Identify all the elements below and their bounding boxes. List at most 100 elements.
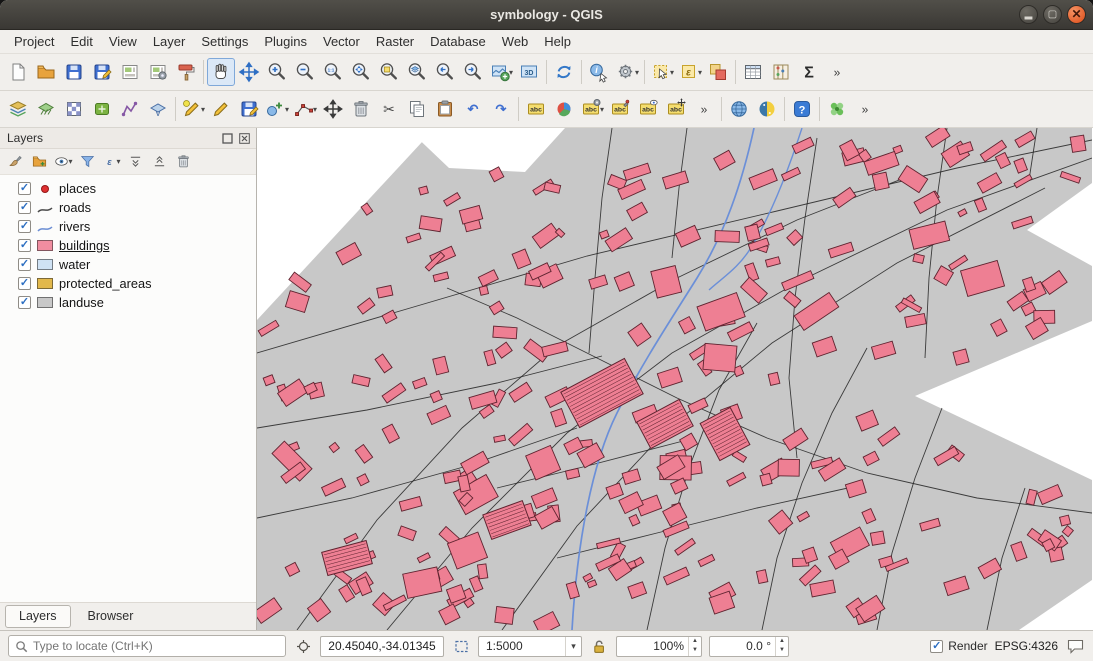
locator-input[interactable] [33,639,279,653]
new-shapefile-layer-button[interactable] [116,95,144,123]
menu-raster[interactable]: Raster [368,31,422,52]
new-map-view-button[interactable]: ▾ [487,58,515,86]
copy-features-button[interactable] [403,95,431,123]
menu-help[interactable]: Help [536,31,579,52]
zoom-native-button[interactable]: 1:1 [319,58,347,86]
render-checkbox[interactable]: ✓ Render [930,639,987,653]
labeling-options-button[interactable]: abc▾ [578,95,606,123]
delete-selected-button[interactable] [347,95,375,123]
menu-vector[interactable]: Vector [315,31,368,52]
tab-layers[interactable]: Layers [5,605,71,628]
add-group-button[interactable] [28,151,50,173]
new-geopackage-layer-button[interactable] [88,95,116,123]
identify-features-button[interactable]: i [585,58,613,86]
menu-web[interactable]: Web [494,31,537,52]
spin-down-icon[interactable]: ▼ [776,646,788,656]
new-virtual-layer-button[interactable]: V [144,95,172,123]
tab-browser[interactable]: Browser [74,605,148,628]
show-hidden-labels-button[interactable]: abc [634,95,662,123]
menu-layer[interactable]: Layer [145,31,194,52]
zoom-full-button[interactable] [347,58,375,86]
open-data-source-manager-button[interactable] [4,95,32,123]
plugin-tools-button[interactable] [823,95,851,123]
field-calculator-button[interactable] [767,58,795,86]
coordinate-toggle-icon[interactable] [293,636,313,656]
add-vector-layer-button[interactable] [32,95,60,123]
zoom-last-button[interactable] [431,58,459,86]
manage-map-themes-button[interactable]: ▾ [52,151,74,173]
locator-box[interactable] [8,635,286,657]
redo-button[interactable]: ↷ [487,95,515,123]
lock-scale-icon[interactable] [589,636,609,656]
rotation-spin[interactable]: 0.0 ° ▲▼ [709,636,789,657]
layer-checkbox[interactable]: ✓ [18,220,31,233]
add-feature-button[interactable]: ▾ [263,95,291,123]
save-project-button[interactable] [60,58,88,86]
layer-item-water[interactable]: ✓water [0,255,256,274]
toolbar-overflow-button[interactable]: » [823,58,851,86]
spin-up-icon[interactable]: ▲ [776,637,788,647]
undo-button[interactable]: ↶ [459,95,487,123]
maximize-button[interactable]: ▢ [1043,5,1062,24]
crs-status[interactable]: EPSG:4326 [995,639,1058,653]
layer-labeling-button[interactable]: abc [522,95,550,123]
messages-icon[interactable] [1065,636,1085,656]
panel-close-icon[interactable] [237,131,252,146]
vertex-tool-button[interactable]: ▾ [291,95,319,123]
collapse-all-button[interactable] [148,151,170,173]
zoom-to-layer-button[interactable] [403,58,431,86]
menu-settings[interactable]: Settings [193,31,256,52]
layer-checkbox[interactable]: ✓ [18,277,31,290]
open-attribute-table-button[interactable] [739,58,767,86]
menu-database[interactable]: Database [422,31,494,52]
coordinate-input[interactable] [320,636,444,657]
pan-to-selection-button[interactable] [235,58,263,86]
style-manager-button[interactable] [172,58,200,86]
run-feature-action-button[interactable]: ▾ [613,58,641,86]
menu-project[interactable]: Project [6,31,62,52]
minimize-button[interactable]: ▂ [1019,5,1038,24]
open-project-button[interactable] [32,58,60,86]
pan-map-button[interactable] [207,58,235,86]
spin-down-icon[interactable]: ▼ [689,646,701,656]
save-layer-edits-button[interactable] [235,95,263,123]
add-raster-layer-button[interactable] [60,95,88,123]
layer-item-rivers[interactable]: ✓rivers [0,217,256,236]
save-project-as-button[interactable] [88,58,116,86]
zoom-in-button[interactable] [263,58,291,86]
layer-checkbox[interactable]: ✓ [18,239,31,252]
select-by-expression-button[interactable]: ε▾ [676,58,704,86]
filter-by-expression-button[interactable]: ε▾ [100,151,122,173]
deselect-all-button[interactable] [704,58,732,86]
layer-item-roads[interactable]: ✓roads [0,198,256,217]
scale-combo[interactable]: 1:5000 ▾ [478,636,582,657]
filter-legend-button[interactable] [76,151,98,173]
magnifier-spin[interactable]: 100% ▲▼ [616,636,702,657]
extents-icon[interactable] [451,636,471,656]
zoom-to-selection-button[interactable] [375,58,403,86]
spin-up-icon[interactable]: ▲ [689,637,701,647]
python-console-button[interactable] [753,95,781,123]
paste-features-button[interactable] [431,95,459,123]
layer-item-landuse[interactable]: ✓landuse [0,293,256,312]
layer-item-places[interactable]: ✓places [0,179,256,198]
move-label-button[interactable]: abc [662,95,690,123]
menu-plugins[interactable]: Plugins [256,31,315,52]
toolbar2-overflow-button[interactable]: » [690,95,718,123]
remove-layer-button[interactable] [172,151,194,173]
toolbar2-overflow-2-button[interactable]: » [851,95,879,123]
zoom-next-button[interactable] [459,58,487,86]
close-button[interactable]: ✕ [1067,5,1086,24]
menu-edit[interactable]: Edit [62,31,100,52]
zoom-out-button[interactable] [291,58,319,86]
layer-checkbox[interactable]: ✓ [18,296,31,309]
cut-features-button[interactable]: ✂ [375,95,403,123]
current-edits-button[interactable]: ▾ [179,95,207,123]
pin-labels-button[interactable]: abc [606,95,634,123]
show-layout-manager-button[interactable] [144,58,172,86]
menu-view[interactable]: View [101,31,145,52]
panel-float-icon[interactable] [220,131,235,146]
metasearch-button[interactable] [725,95,753,123]
select-features-button[interactable]: ▾ [648,58,676,86]
new-print-layout-button[interactable] [116,58,144,86]
